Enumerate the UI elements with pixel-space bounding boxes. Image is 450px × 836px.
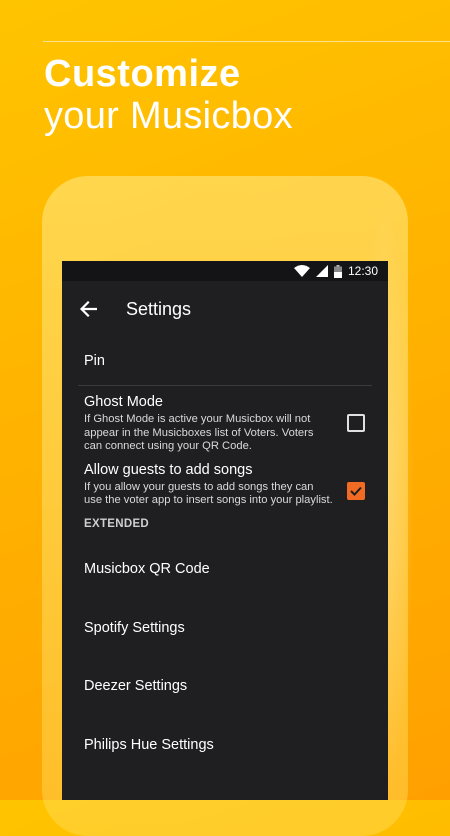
- phone-screen: 12:30 Settings Pin Ghost Mode If Ghost M…: [62, 261, 388, 800]
- back-arrow-icon[interactable]: [62, 281, 116, 337]
- allow-guests-text: Allow guests to add songs If you allow y…: [84, 462, 347, 508]
- allow-guests-summary: If you allow your guests to add songs th…: [84, 480, 333, 507]
- promo-headline: Customize your Musicbox: [44, 55, 293, 135]
- signal-icon: [315, 265, 328, 277]
- list-item-label: Musicbox QR Code: [84, 561, 210, 578]
- spotify-settings-item[interactable]: Spotify Settings: [62, 598, 388, 657]
- status-time: 12:30: [347, 264, 378, 278]
- allow-guests-setting[interactable]: Allow guests to add songs If you allow y…: [62, 458, 388, 512]
- ghost-mode-text: Ghost Mode If Ghost Mode is active your …: [84, 394, 347, 454]
- wifi-icon: [293, 265, 310, 277]
- ghost-mode-title: Ghost Mode: [84, 394, 163, 410]
- allow-guests-checkbox[interactable]: [347, 481, 365, 500]
- ghost-mode-summary: If Ghost Mode is active your Musicbox wi…: [84, 413, 314, 453]
- deezer-settings-item[interactable]: Deezer Settings: [62, 657, 388, 716]
- checkmark-icon: [350, 486, 362, 496]
- battery-icon: [333, 264, 342, 278]
- top-divider-line: [43, 41, 450, 42]
- list-item-label: Philips Hue Settings: [84, 736, 214, 753]
- headline-line-2: your Musicbox: [44, 95, 293, 137]
- app-bar: Settings: [62, 281, 388, 337]
- musicbox-qr-code-item[interactable]: Musicbox QR Code: [62, 540, 388, 599]
- page-title: Settings: [126, 298, 192, 319]
- pin-setting-label: Pin: [84, 353, 105, 369]
- list-item-label: Spotify Settings: [84, 619, 185, 636]
- ghost-mode-checkbox[interactable]: [347, 414, 365, 432]
- philips-hue-settings-item[interactable]: Philips Hue Settings: [62, 715, 388, 774]
- pin-setting[interactable]: Pin: [62, 337, 388, 385]
- status-bar: 12:30: [62, 261, 388, 281]
- ghost-mode-setting[interactable]: Ghost Mode If Ghost Mode is active your …: [62, 386, 388, 458]
- allow-guests-title: Allow guests to add songs: [84, 461, 253, 478]
- headline-line-1: Customize: [44, 53, 241, 95]
- extended-section-header: EXTENDED: [84, 517, 150, 530]
- list-item-label: Deezer Settings: [84, 678, 188, 695]
